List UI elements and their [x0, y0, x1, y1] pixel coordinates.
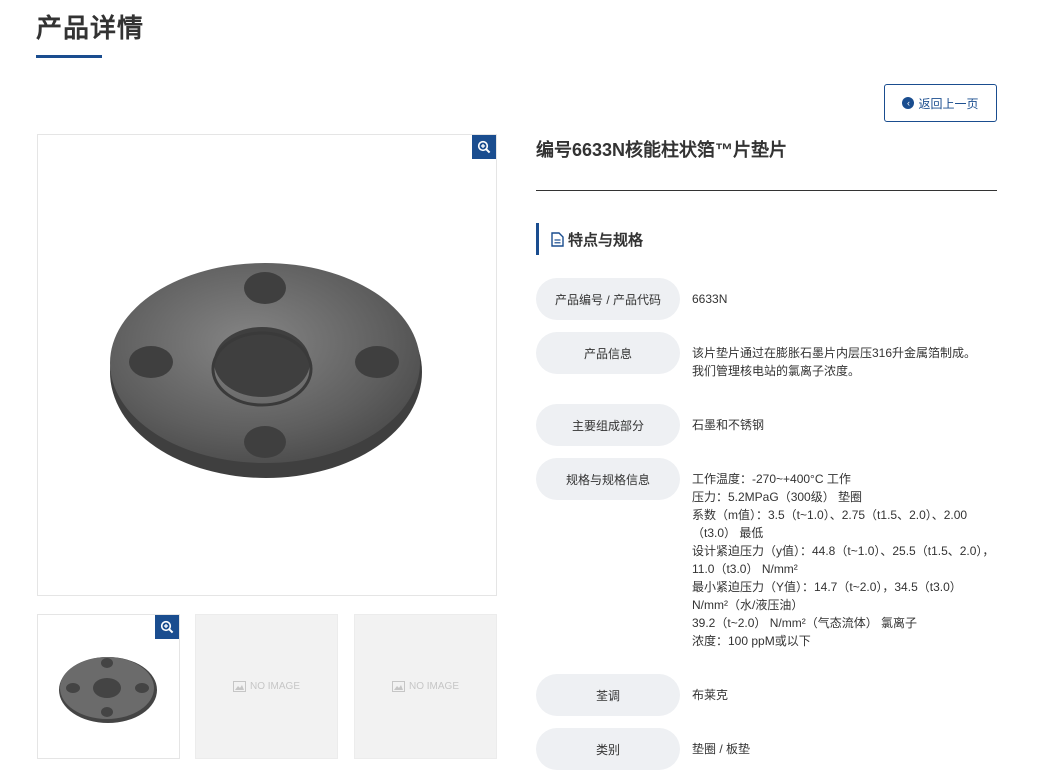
divider	[536, 190, 997, 191]
spec-row-info: 产品信息 该片垫片通过在膨胀石墨片内层压316升金属箔制成。 我们管理核电站的氯…	[536, 332, 997, 380]
zoom-in-button[interactable]	[472, 135, 496, 159]
no-image-placeholder: NO IMAGE	[196, 681, 337, 692]
spec-value: 该片垫片通过在膨胀石墨片内层压316升金属箔制成。 我们管理核电站的氯离子浓度。	[692, 346, 977, 378]
thumbnail-zoom-button[interactable]	[155, 615, 179, 639]
document-icon	[551, 231, 564, 247]
thumbnail-2[interactable]: NO IMAGE	[195, 614, 338, 759]
page-title: 产品详情	[36, 13, 145, 43]
main-product-image[interactable]	[37, 134, 497, 596]
back-button-label: 返回上一页	[918, 96, 979, 111]
zoom-in-icon	[477, 140, 491, 154]
thumbnail-1[interactable]	[37, 614, 180, 759]
thumbnail-3[interactable]: NO IMAGE	[354, 614, 497, 759]
image-placeholder-icon	[391, 681, 405, 692]
section-heading: 特点与规格	[536, 223, 643, 255]
title-underline	[36, 55, 102, 58]
spec-value: 石墨和不锈钢	[692, 418, 765, 432]
product-name: 编号6633N核能柱状箔™片垫片	[536, 140, 788, 160]
spec-row-components: 主要组成部分 石墨和不锈钢	[536, 404, 997, 446]
spec-row-category: 类别 垫圈 / 板垫	[536, 728, 997, 770]
spec-row-specifications: 规格与规格信息 工作温度：-270~+400°C 工作 压力：5.2MPaG（3…	[536, 458, 997, 650]
no-image-placeholder: NO IMAGE	[355, 681, 496, 692]
spec-value: 垫圈 / 板垫	[692, 742, 751, 756]
arrow-left-circle-icon: ‹	[902, 97, 915, 109]
no-image-label: NO IMAGE	[249, 681, 300, 692]
zoom-in-icon	[160, 620, 174, 634]
thumbnail-strip: NO IMAGE NO IMAGE	[37, 614, 497, 759]
spec-label: 荃调	[536, 674, 680, 716]
spec-row-code: 产品编号 / 产品代码 6633N	[536, 278, 997, 320]
gasket-image	[110, 263, 422, 478]
image-placeholder-icon	[232, 681, 246, 692]
spec-label: 产品信息	[536, 332, 680, 374]
spec-label: 主要组成部分	[536, 404, 680, 446]
spec-label: 类别	[536, 728, 680, 770]
spec-label: 规格与规格信息	[536, 458, 680, 500]
spec-value: 工作温度：-270~+400°C 工作 压力：5.2MPaG（300级） 垫圈 …	[692, 472, 995, 648]
spec-label: 产品编号 / 产品代码	[536, 278, 680, 320]
spec-value: 6633N	[692, 292, 728, 306]
spec-row-color: 荃调 布莱克	[536, 674, 997, 716]
section-title: 特点与规格	[568, 231, 644, 249]
no-image-label: NO IMAGE	[408, 681, 459, 692]
back-button[interactable]: ‹ 返回上一页	[884, 84, 997, 122]
spec-value: 布莱克	[692, 688, 729, 702]
